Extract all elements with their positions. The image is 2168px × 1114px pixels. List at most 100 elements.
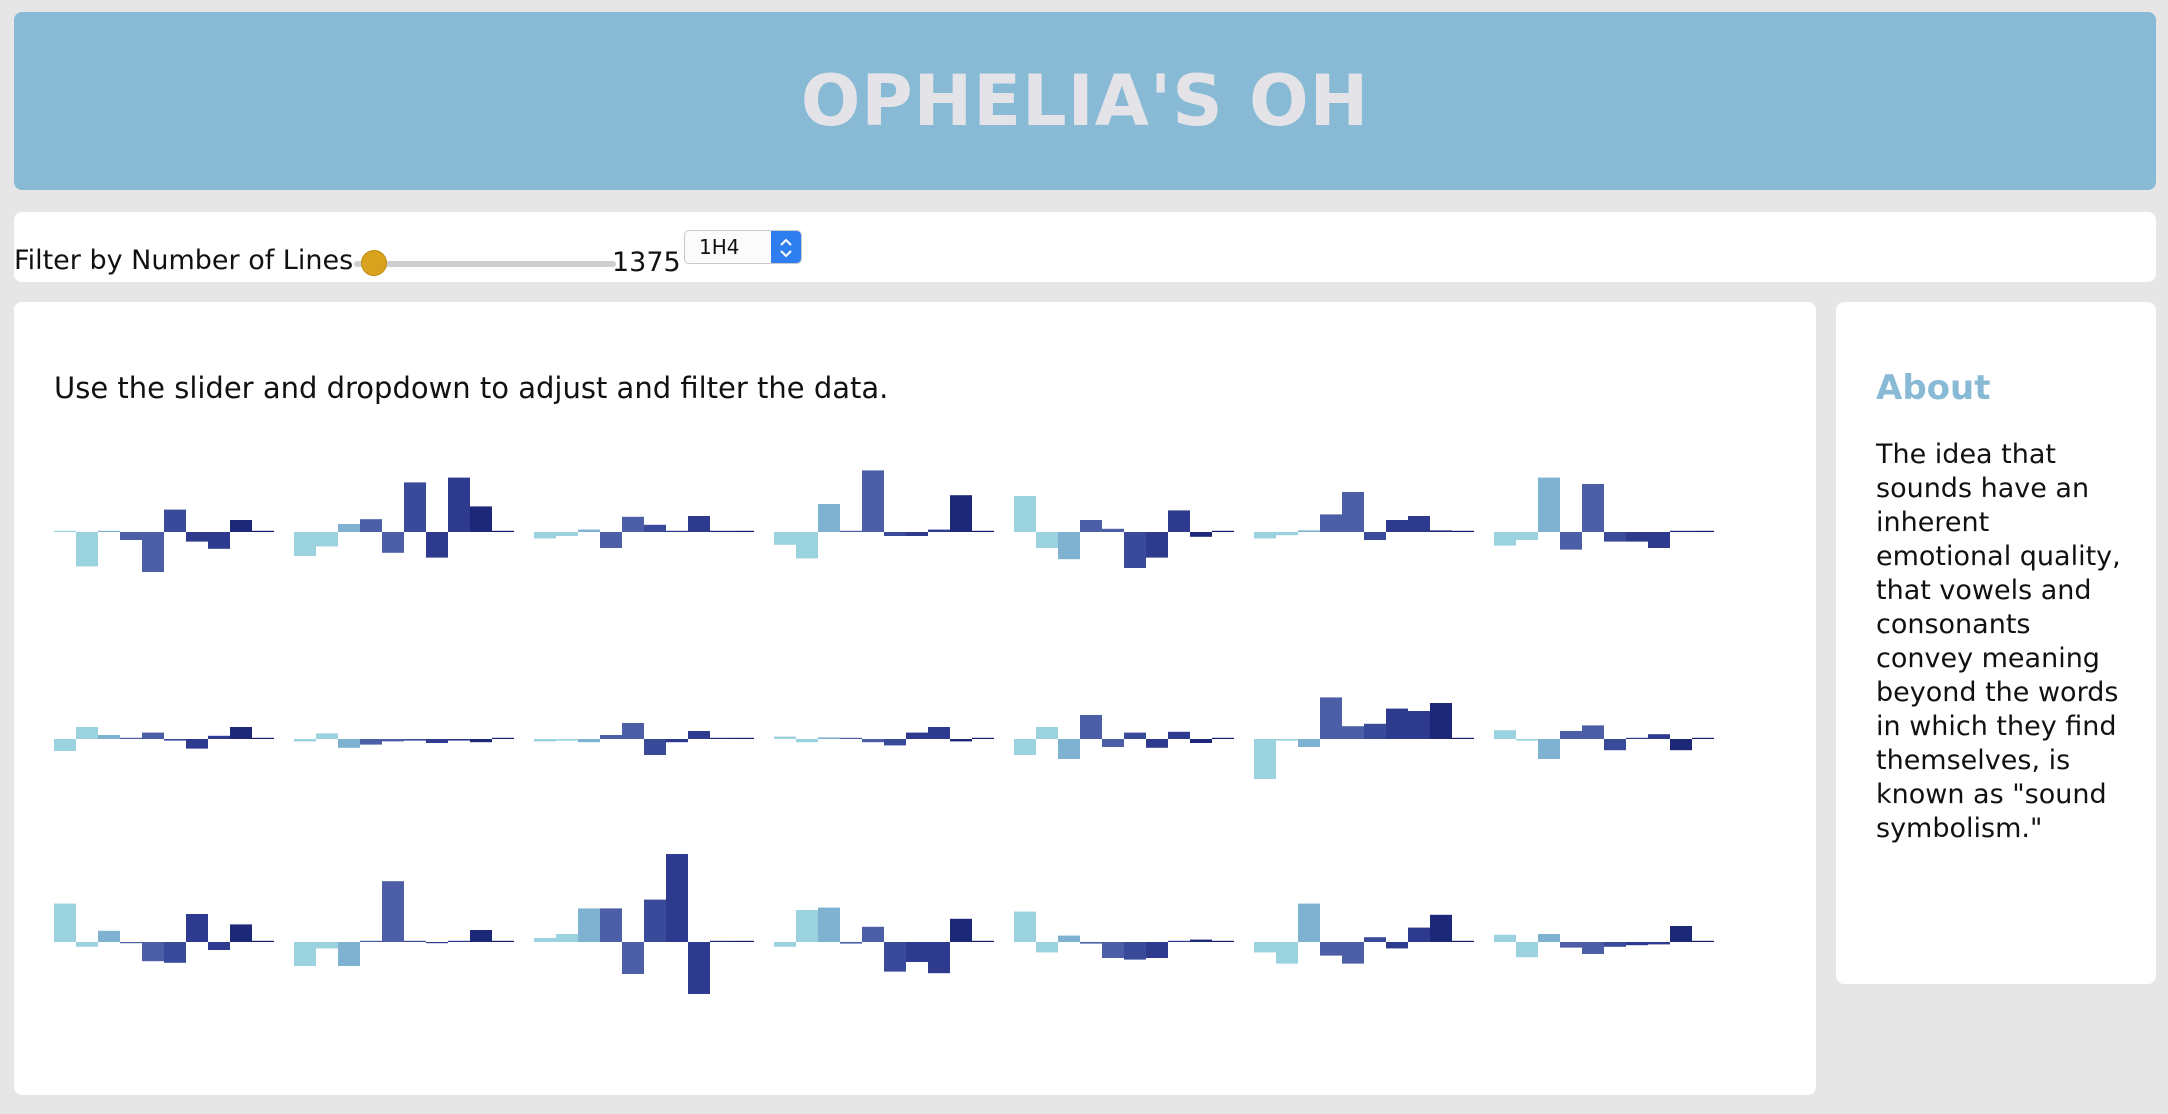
chart-bar: [928, 529, 950, 532]
chart-bar: [600, 532, 622, 548]
chart-bar: [1648, 942, 1670, 945]
chart-bar: [76, 532, 98, 567]
chart-bar: [1604, 942, 1626, 947]
visualization-panel: Use the slider and dropdown to adjust an…: [14, 302, 1816, 1095]
chart-bar: [1538, 477, 1560, 532]
chart-bar: [732, 530, 754, 532]
chart-bar: [972, 737, 994, 739]
mini-chart: [1494, 725, 1714, 759]
chart-bar: [1342, 726, 1364, 739]
chart-bar: [1516, 942, 1538, 958]
chart-bar: [928, 942, 950, 974]
chart-bar: [862, 739, 884, 743]
chart-bar: [1168, 731, 1190, 739]
chart-bar: [1190, 532, 1212, 537]
chart-bar: [1582, 484, 1604, 532]
chart-bar: [774, 532, 796, 545]
chart-bar: [906, 942, 928, 962]
mini-chart: [534, 854, 754, 994]
chart-bar: [316, 532, 338, 547]
mini-chart: [294, 881, 514, 966]
chart-bar: [1298, 530, 1320, 532]
chart-bar: [1430, 530, 1452, 532]
chart-bar: [1254, 942, 1276, 953]
chart-bar: [840, 530, 862, 532]
chart-bar: [360, 940, 382, 942]
chart-bar: [142, 942, 164, 962]
chart-bar: [840, 737, 862, 739]
chart-bar: [950, 495, 972, 532]
chart-bar: [732, 940, 754, 942]
chart-bar: [688, 516, 710, 532]
chart-bar: [884, 942, 906, 972]
chart-bar: [120, 737, 142, 739]
chart-bar: [1494, 730, 1516, 739]
chart-bar: [1036, 727, 1058, 739]
chart-bar: [1560, 731, 1582, 739]
chart-bar: [1080, 715, 1102, 739]
chart-bar: [884, 532, 906, 536]
chart-bar: [818, 907, 840, 942]
chart-bar: [1080, 942, 1102, 944]
mini-chart: [1494, 477, 1714, 550]
chart-bar: [164, 739, 186, 741]
chart-bar: [1014, 911, 1036, 942]
chart-bar: [164, 942, 186, 963]
chart-bar: [644, 524, 666, 532]
chart-bar: [666, 739, 688, 743]
chart-bar: [622, 723, 644, 739]
mini-chart: [54, 727, 274, 751]
chart-bar: [1190, 739, 1212, 743]
chart-bar: [470, 506, 492, 532]
chart-bar: [1212, 940, 1234, 942]
chart-bar: [492, 940, 514, 942]
chart-bar: [1516, 532, 1538, 540]
lines-slider[interactable]: [354, 248, 616, 278]
chart-bar: [186, 739, 208, 749]
chart-bar: [1212, 737, 1234, 739]
chart-bar: [818, 737, 840, 739]
play-select[interactable]: 1H4: [684, 230, 802, 264]
chart-bar: [1146, 942, 1168, 958]
slider-value: 1375: [612, 247, 681, 278]
chart-bar: [1124, 942, 1146, 960]
chart-bar: [382, 739, 404, 742]
chart-bar: [1254, 739, 1276, 779]
slider-thumb[interactable]: [361, 250, 387, 276]
chart-bar: [1146, 532, 1168, 558]
chart-bar: [1604, 739, 1626, 751]
chart-bar: [164, 509, 186, 532]
chart-bar: [534, 532, 556, 539]
chart-bar: [98, 530, 120, 532]
chart-bar: [1386, 520, 1408, 532]
slider-track[interactable]: [354, 261, 616, 267]
chart-bar: [448, 477, 470, 532]
chart-bar: [404, 739, 426, 741]
chart-bar: [622, 516, 644, 532]
chevron-updown-icon[interactable]: [771, 231, 801, 263]
chart-bar: [1538, 934, 1560, 942]
chart-bar: [186, 914, 208, 942]
chart-bar: [578, 529, 600, 532]
chart-bar: [556, 532, 578, 536]
chart-bar: [862, 926, 884, 942]
mini-chart: [774, 470, 994, 559]
chart-bar: [1102, 528, 1124, 532]
chart-bar: [796, 532, 818, 559]
mini-chart: [534, 723, 754, 755]
chart-bar: [492, 530, 514, 532]
chart-bar: [382, 881, 404, 942]
chart-bar: [316, 733, 338, 739]
header-banner: OPHELIA'S OH: [14, 12, 2156, 190]
chart-bar: [578, 739, 600, 743]
chart-bar: [120, 532, 142, 540]
chart-bar: [862, 470, 884, 532]
chart-bar: [1364, 723, 1386, 739]
chart-bar: [1670, 530, 1692, 532]
chart-bar: [1364, 937, 1386, 942]
chart-bar: [796, 739, 818, 743]
chart-bar: [1452, 530, 1474, 532]
chart-bar: [1146, 739, 1168, 748]
chart-bar: [1254, 532, 1276, 539]
chart-bar: [1386, 942, 1408, 949]
